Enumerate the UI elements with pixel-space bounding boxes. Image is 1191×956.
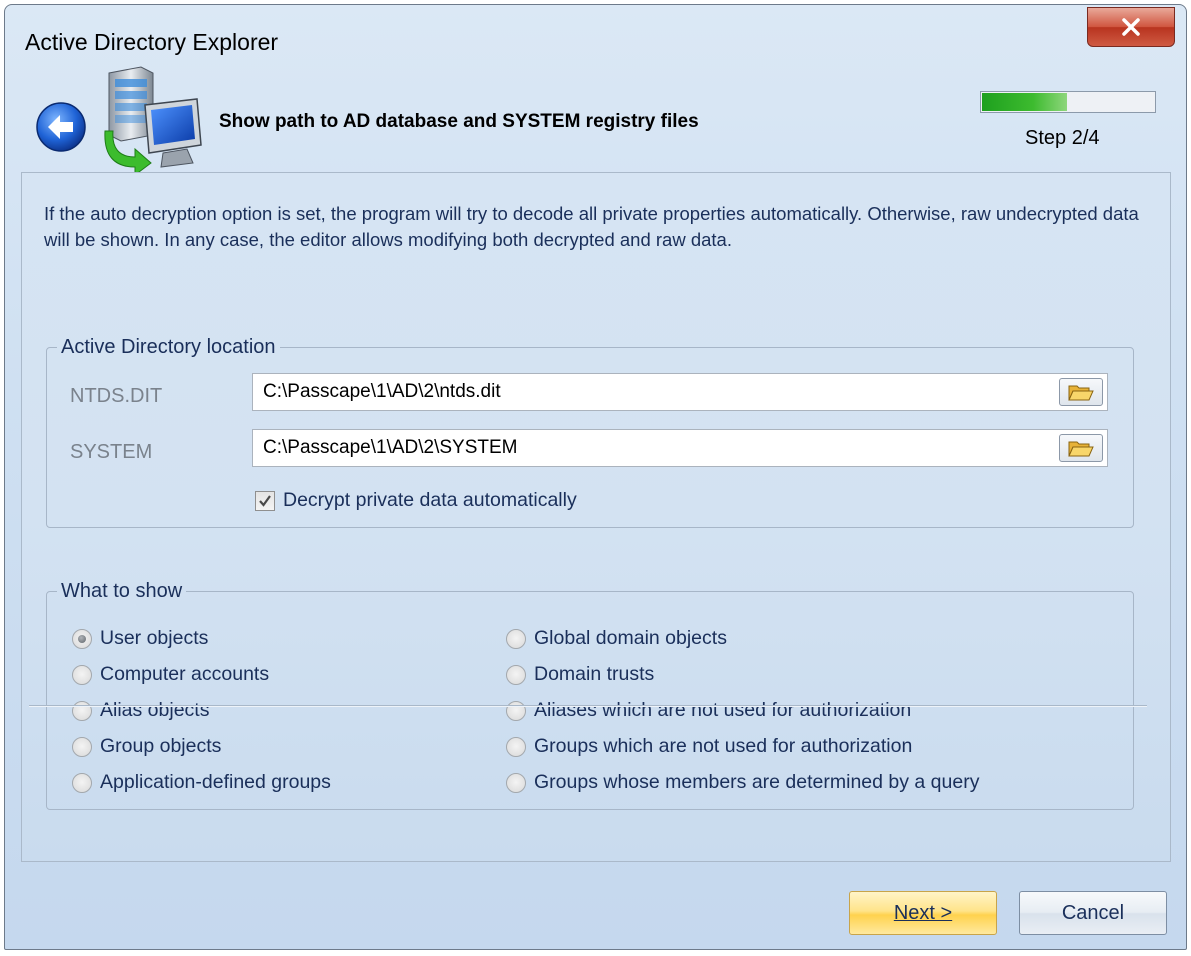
decrypt-checkbox[interactable]: [255, 490, 275, 511]
radio-domain-trusts[interactable]: Domain trusts: [506, 663, 654, 686]
wizard-step-title: Show path to AD database and SYSTEM regi…: [219, 111, 699, 132]
radio-button[interactable]: [506, 664, 526, 685]
radio-label: Groups whose members are determined by a…: [534, 771, 980, 793]
ntds-path-input[interactable]: C:\Passcape\1\AD\2\ntds.dit: [252, 373, 1108, 411]
system-label: SYSTEM: [70, 441, 153, 463]
system-path-value: C:\Passcape\1\AD\2\SYSTEM: [263, 437, 518, 458]
back-arrow-icon: [36, 102, 86, 152]
decrypt-checkbox-row[interactable]: Decrypt private data automatically: [255, 489, 577, 512]
radio-label: Application-defined groups: [100, 771, 331, 793]
step-indicator: Step 2/4: [1025, 127, 1100, 149]
ad-location-legend: Active Directory location: [61, 336, 276, 358]
radio-button[interactable]: [506, 628, 526, 649]
decrypt-label: Decrypt private data automatically: [283, 489, 577, 511]
dialog-window: Active Directory Explorer Show path to A…: [4, 4, 1187, 950]
radio-label: User objects: [100, 627, 209, 649]
open-folder-icon: [1068, 385, 1094, 401]
ntds-label: NTDS.DIT: [70, 385, 163, 407]
radio-alias-objects[interactable]: Alias objects: [72, 699, 209, 722]
close-button[interactable]: [1087, 7, 1175, 47]
radio-label: Domain trusts: [534, 663, 655, 685]
radio-global-domain-objects[interactable]: Global domain objects: [506, 627, 727, 650]
radio-button[interactable]: [72, 736, 92, 757]
radio-groups-not-used[interactable]: Groups which are not used for authorizat…: [506, 735, 912, 758]
open-folder-icon: [1068, 441, 1094, 457]
radio-group-objects[interactable]: Group objects: [72, 735, 221, 758]
checkmark-icon: [259, 494, 271, 507]
cancel-button-label: Cancel: [1061, 901, 1125, 924]
radio-button[interactable]: [72, 700, 92, 721]
radio-aliases-not-used[interactable]: Aliases which are not used for authoriza…: [506, 699, 911, 722]
radio-user-objects[interactable]: User objects: [72, 627, 208, 650]
button-separator: [29, 705, 1147, 707]
radio-button[interactable]: [72, 664, 92, 685]
radio-label: Group objects: [100, 735, 222, 757]
system-path-input[interactable]: C:\Passcape\1\AD\2\SYSTEM: [252, 429, 1108, 467]
radio-button[interactable]: [506, 700, 526, 721]
step-progress-bar: [980, 91, 1156, 113]
what-to-show-legend: What to show: [61, 580, 183, 602]
radio-computer-accounts[interactable]: Computer accounts: [72, 663, 269, 686]
radio-application-defined-groups[interactable]: Application-defined groups: [72, 771, 331, 794]
ntds-browse-button[interactable]: [1059, 378, 1103, 406]
radio-button[interactable]: [506, 772, 526, 793]
description-text: If the auto decryption option is set, th…: [44, 203, 1139, 250]
progress-fill: [982, 93, 1067, 111]
window-title: Active Directory Explorer: [25, 29, 279, 55]
next-button[interactable]: Next >: [849, 891, 997, 935]
radio-label: Alias objects: [100, 699, 210, 721]
system-browse-button[interactable]: [1059, 434, 1103, 462]
radio-label: Groups which are not used for authorizat…: [534, 735, 913, 757]
close-icon: [1122, 18, 1140, 36]
radio-button[interactable]: [72, 772, 92, 793]
radio-button[interactable]: [506, 736, 526, 757]
back-button[interactable]: [35, 101, 87, 153]
wizard-content-panel: If the auto decryption option is set, th…: [21, 172, 1171, 862]
ntds-path-value: C:\Passcape\1\AD\2\ntds.dit: [263, 381, 501, 402]
radio-label: Computer accounts: [100, 663, 270, 685]
radio-button[interactable]: [72, 628, 92, 649]
radio-groups-by-query[interactable]: Groups whose members are determined by a…: [506, 771, 979, 794]
next-button-label: Next >: [893, 901, 953, 924]
radio-label: Aliases which are not used for authoriza…: [534, 699, 912, 721]
radio-label: Global domain objects: [534, 627, 727, 649]
cancel-button[interactable]: Cancel: [1019, 891, 1167, 935]
server-to-computer-icon: [101, 65, 211, 176]
